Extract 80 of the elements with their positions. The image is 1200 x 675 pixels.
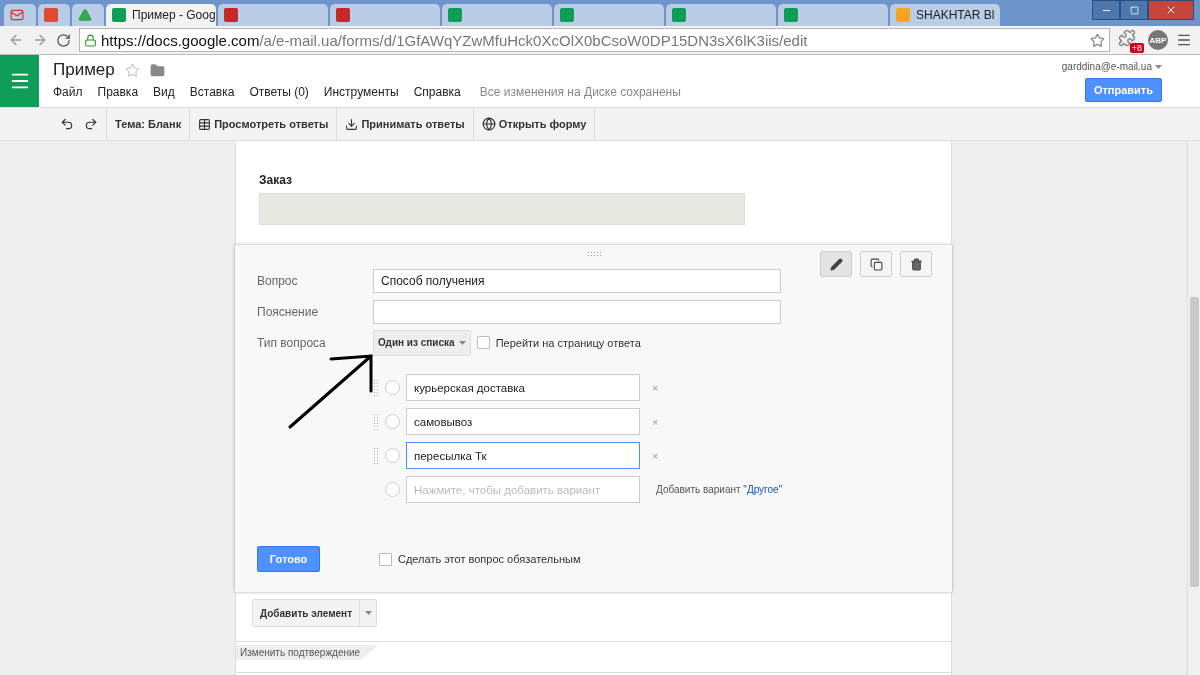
menu-item[interactable]: Ответы (0) <box>249 85 309 99</box>
star-icon[interactable] <box>1090 32 1105 48</box>
add-item-button[interactable]: Добавить элемент <box>252 599 378 627</box>
maximize-icon <box>1129 5 1139 15</box>
checkbox[interactable] <box>476 336 490 349</box>
browser-tab[interactable] <box>38 4 70 26</box>
reload-icon[interactable] <box>56 32 71 48</box>
extension-icon[interactable]: ABP <box>1148 30 1168 50</box>
radio-icon <box>385 448 400 463</box>
checkbox[interactable] <box>379 552 392 566</box>
forward-icon[interactable] <box>32 32 48 48</box>
menu-item[interactable]: Вставка <box>189 85 235 99</box>
caret-icon <box>1155 64 1162 69</box>
document-title[interactable]: Пример <box>53 60 115 80</box>
caret-icon <box>364 611 372 615</box>
toolbar-button[interactable]: Открыть форму <box>479 117 589 131</box>
edit-button[interactable] <box>820 251 852 277</box>
field-label: Вопрос <box>257 273 299 288</box>
address-bar[interactable]: https://docs.google.com/a/e-mail.ua/forms/d/1GfAWqYZwMfuHck0XcOlX0bCsoW0DP15DN3sX6lK3iis/edit <box>79 28 1110 52</box>
add-option-field[interactable]: Нажмите, чтобы добавить вариант <box>406 476 640 503</box>
checkbox-label: Перейти на страницу ответа <box>495 336 641 349</box>
toolbar-button[interactable]: Просмотреть ответы <box>196 117 331 131</box>
tab-title: Пример - Goog <box>132 8 216 22</box>
back-icon[interactable] <box>8 32 24 48</box>
browser-tab[interactable]: Пример - Goog <box>106 4 216 26</box>
browser-tab[interactable] <box>666 4 776 26</box>
browser-tab[interactable] <box>218 4 328 26</box>
duplicate-button[interactable] <box>860 251 892 277</box>
close-icon <box>1165 4 1177 16</box>
text-field[interactable]: Способ получения <box>373 268 781 293</box>
pencil-icon <box>829 257 843 271</box>
delete-button[interactable] <box>900 251 932 277</box>
star-icon[interactable] <box>124 62 140 78</box>
field-label: Пояснение <box>257 304 320 319</box>
browser-tab[interactable] <box>442 4 552 26</box>
browser-tab[interactable] <box>4 4 36 26</box>
download-icon <box>345 117 359 131</box>
browser-tab[interactable] <box>330 4 440 26</box>
browser-tab[interactable]: SHAKHTAR Bl <box>890 4 1000 26</box>
undo-icon <box>60 117 74 131</box>
browser-tab[interactable] <box>554 4 664 26</box>
table-icon <box>198 117 212 131</box>
redo-icon <box>84 117 98 131</box>
add-other-text: Добавить вариант "Другое" <box>656 484 783 495</box>
question-title: Заказ <box>259 173 293 187</box>
menu-icon[interactable] <box>1176 32 1192 48</box>
caret-icon <box>458 340 466 345</box>
add-other-link[interactable]: "Другое" <box>743 484 783 495</box>
scrollbar[interactable] <box>1187 141 1200 675</box>
option-field[interactable]: пересылка Тк <box>406 442 640 469</box>
menu-item[interactable]: Файл <box>53 85 83 99</box>
menu-item[interactable]: Справка <box>413 85 461 99</box>
folder-icon[interactable] <box>149 62 165 78</box>
field-label: Тип вопроса <box>257 335 327 350</box>
copy-icon <box>869 257 883 271</box>
question-type-dropdown[interactable]: Один из списка <box>373 329 471 356</box>
trash-icon <box>909 257 923 271</box>
close-button[interactable] <box>1148 0 1194 20</box>
radio-icon <box>385 414 400 429</box>
toolbar-button[interactable]: Принимать ответы <box>343 117 467 131</box>
globe-icon <box>481 117 496 131</box>
menu-icon[interactable] <box>0 55 39 107</box>
text-field[interactable] <box>373 299 781 324</box>
tab-title: SHAKHTAR Bl <box>916 8 995 22</box>
radio-icon <box>385 482 400 497</box>
minimize-button[interactable] <box>1092 0 1120 20</box>
browser-tab[interactable] <box>778 4 888 26</box>
browser-tab[interactable] <box>72 4 104 26</box>
option-field[interactable]: самовывоз <box>406 408 640 435</box>
toolbar-button[interactable]: Тема: Бланк <box>113 118 184 130</box>
menu-item[interactable]: Вид <box>153 85 175 99</box>
checkbox-label: Сделать этот вопрос обязательным <box>398 553 581 565</box>
confirmation-tab[interactable]: Изменить подтверждение <box>236 645 379 660</box>
menu-item[interactable]: Инструменты <box>323 85 399 99</box>
lock-icon <box>84 33 97 47</box>
menu-item[interactable]: Правка <box>97 85 139 99</box>
radio-icon <box>385 380 400 395</box>
option-field[interactable]: курьерская доставка <box>406 374 640 401</box>
save-status: Все изменения на Диске сохранены <box>479 85 681 99</box>
maximize-button[interactable] <box>1120 0 1148 20</box>
